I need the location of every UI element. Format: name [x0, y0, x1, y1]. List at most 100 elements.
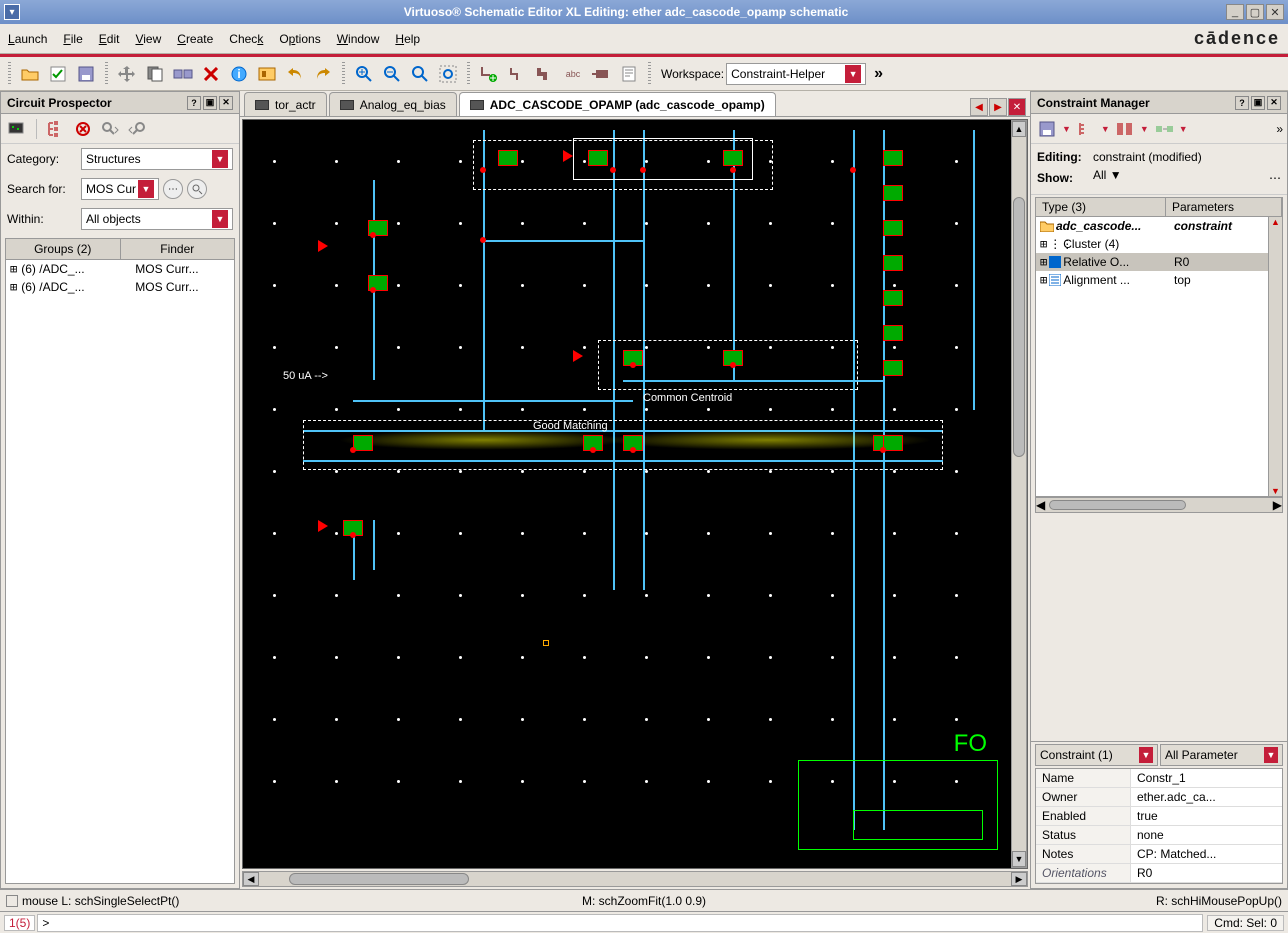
scroll-up-button[interactable]: ▲ — [1012, 121, 1026, 137]
wire-add-icon[interactable] — [476, 61, 502, 87]
check-save-icon[interactable] — [45, 61, 71, 87]
tree-row[interactable]: adc_cascode... constraint — [1036, 217, 1282, 235]
column-finder[interactable]: Finder — [121, 239, 235, 259]
menu-edit[interactable]: Edit — [99, 32, 120, 46]
panel-close-button[interactable]: ✕ — [1267, 96, 1281, 110]
menu-help[interactable]: Help — [395, 32, 420, 46]
stretch-icon[interactable] — [170, 61, 196, 87]
prop-value[interactable]: Constr_1 — [1131, 769, 1282, 787]
prop-value[interactable]: ether.adc_ca... — [1131, 788, 1282, 806]
tree-row[interactable]: ⊞Relative O... R0 — [1036, 253, 1282, 271]
toolbar-grip[interactable] — [342, 62, 345, 86]
toolbar-grip[interactable] — [648, 62, 651, 86]
tab-item-active[interactable]: ADC_CASCODE_OPAMP (adc_cascode_opamp) — [459, 92, 776, 116]
find-prev-icon[interactable] — [125, 117, 149, 141]
scroll-left-button[interactable]: ◀ — [243, 872, 259, 886]
search-go-button[interactable] — [187, 179, 207, 199]
note-icon[interactable] — [616, 61, 642, 87]
zoom-out-icon[interactable] — [379, 61, 405, 87]
column-parameters[interactable]: Parameters — [1166, 198, 1282, 216]
undock-button[interactable]: ▣ — [203, 96, 217, 110]
show-options-button[interactable]: ⋯ — [1269, 171, 1281, 185]
toolbar-overflow[interactable]: » — [1276, 122, 1283, 136]
wire-name-icon[interactable]: abc — [560, 61, 586, 87]
save-icon[interactable] — [1035, 117, 1059, 141]
zoom-selected-icon[interactable] — [435, 61, 461, 87]
expand-icon[interactable]: ⊞ — [10, 280, 17, 294]
scroll-right-button[interactable]: ▶ — [1273, 498, 1282, 512]
move-icon[interactable] — [114, 61, 140, 87]
redo-icon[interactable] — [310, 61, 336, 87]
menu-window[interactable]: Window — [337, 32, 380, 46]
members-icon[interactable] — [1113, 117, 1137, 141]
panel-close-button[interactable]: ✕ — [219, 96, 233, 110]
toolbar-grip[interactable] — [105, 62, 108, 86]
scroll-left-button[interactable]: ◀ — [1036, 498, 1045, 512]
expand-icon[interactable]: ⊞ — [1040, 237, 1047, 251]
cm-tree[interactable]: adc_cascode... constraint ⊞⋮⋮Cluster (4)… — [1035, 217, 1283, 497]
save-icon[interactable] — [73, 61, 99, 87]
parameter-filter-select[interactable]: All Parameter▼ — [1160, 744, 1283, 766]
clear-icon[interactable] — [71, 117, 95, 141]
wire-wide-icon[interactable] — [532, 61, 558, 87]
menu-launch[interactable]: Launch — [8, 32, 47, 46]
transfer-icon[interactable] — [1152, 117, 1176, 141]
tree-row[interactable]: ⊞⋮⋮Cluster (4) — [1036, 235, 1282, 253]
tab-item[interactable]: tor_actr — [244, 92, 327, 116]
schematic-canvas[interactable]: 50 uA -->Common CentroidGood MatchingFO … — [242, 119, 1028, 869]
help-button[interactable]: ? — [1235, 96, 1249, 110]
maximize-button[interactable]: ▢ — [1246, 4, 1264, 20]
category-select[interactable]: Structures ▼ — [81, 148, 233, 170]
message-count[interactable]: 1(5) — [4, 915, 35, 931]
toolbar-grip[interactable] — [8, 62, 11, 86]
expand-icon[interactable]: ⊞ — [1040, 255, 1047, 269]
tree-vscroll[interactable]: ▲ ▼ — [1268, 217, 1282, 496]
tree-view-icon[interactable] — [44, 117, 68, 141]
canvas-hscroll[interactable]: ◀ ▶ — [242, 871, 1028, 887]
prop-value[interactable]: true — [1131, 807, 1282, 825]
constraint-filter-select[interactable]: Constraint (1)▼ — [1035, 744, 1158, 766]
toolbar-grip[interactable] — [467, 62, 470, 86]
tree-row[interactable]: ⊞Alignment ... top — [1036, 271, 1282, 289]
minimize-button[interactable]: _ — [1226, 4, 1244, 20]
properties-icon[interactable]: i — [226, 61, 252, 87]
dropdown-arrow-icon[interactable]: ▼ — [1179, 124, 1188, 134]
property-row[interactable]: NameConstr_1 — [1036, 769, 1282, 788]
menu-view[interactable]: View — [135, 32, 161, 46]
property-row[interactable]: Enabledtrue — [1036, 807, 1282, 826]
menu-options[interactable]: Options — [279, 32, 320, 46]
tree-row[interactable]: ⊞ (6) /ADC_... MOS Curr... — [6, 278, 234, 296]
find-next-icon[interactable] — [98, 117, 122, 141]
show-select[interactable]: All ▼ — [1093, 168, 1265, 188]
dropdown-arrow-icon[interactable]: ▼ — [1062, 124, 1071, 134]
zoom-fit-icon[interactable] — [407, 61, 433, 87]
menu-file[interactable]: File — [63, 32, 82, 46]
tab-next-button[interactable]: ▶ — [989, 98, 1007, 116]
canvas-vscroll[interactable]: ▲ ▼ — [1011, 120, 1027, 868]
pin-icon[interactable] — [588, 61, 614, 87]
scroll-down-button[interactable]: ▼ — [1012, 851, 1026, 867]
new-search-icon[interactable] — [5, 117, 29, 141]
instance-icon[interactable] — [254, 61, 280, 87]
prop-value[interactable]: CP: Matched... — [1131, 845, 1282, 863]
close-button[interactable]: ✕ — [1266, 4, 1284, 20]
prop-value[interactable]: none — [1131, 826, 1282, 844]
property-row[interactable]: Statusnone — [1036, 826, 1282, 845]
search-input[interactable]: MOS Cur ▼ — [81, 178, 159, 200]
expand-icon[interactable]: ⊞ — [1040, 273, 1047, 287]
column-type[interactable]: Type (3) — [1036, 198, 1166, 216]
wire-narrow-icon[interactable] — [504, 61, 530, 87]
toolbar-overflow[interactable]: » — [874, 65, 883, 83]
undo-icon[interactable] — [282, 61, 308, 87]
dropdown-arrow-icon[interactable]: ▼ — [1140, 124, 1149, 134]
copy-icon[interactable] — [142, 61, 168, 87]
open-icon[interactable] — [17, 61, 43, 87]
property-row[interactable]: OrientationsR0 — [1036, 864, 1282, 883]
undock-button[interactable]: ▣ — [1251, 96, 1265, 110]
column-groups[interactable]: Groups (2) — [6, 239, 121, 259]
menu-check[interactable]: Check — [229, 32, 263, 46]
scroll-thumb[interactable] — [1013, 197, 1025, 457]
tab-prev-button[interactable]: ◀ — [970, 98, 988, 116]
command-input[interactable]: > — [37, 914, 1203, 932]
help-button[interactable]: ? — [187, 96, 201, 110]
